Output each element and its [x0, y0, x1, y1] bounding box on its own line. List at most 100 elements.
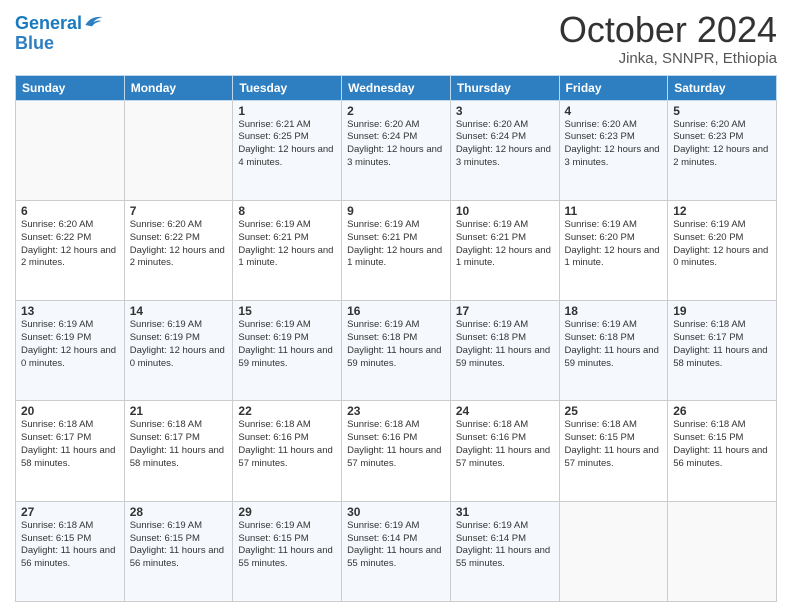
day-number: 14 — [130, 304, 228, 318]
day-number: 21 — [130, 404, 228, 418]
calendar-cell: 6Sunrise: 6:20 AM Sunset: 6:22 PM Daylig… — [16, 200, 125, 300]
calendar-cell: 2Sunrise: 6:20 AM Sunset: 6:24 PM Daylig… — [342, 100, 451, 200]
day-number: 2 — [347, 104, 445, 118]
calendar-cell: 12Sunrise: 6:19 AM Sunset: 6:20 PM Dayli… — [668, 200, 777, 300]
day-number: 31 — [456, 505, 554, 519]
day-number: 25 — [565, 404, 663, 418]
day-number: 27 — [21, 505, 119, 519]
day-info: Sunrise: 6:20 AM Sunset: 6:24 PM Dayligh… — [347, 119, 445, 170]
calendar-week-row: 1Sunrise: 6:21 AM Sunset: 6:25 PM Daylig… — [16, 100, 777, 200]
day-number: 16 — [347, 304, 445, 318]
weekday-header-cell: Sunday — [16, 75, 125, 100]
day-number: 28 — [130, 505, 228, 519]
day-info: Sunrise: 6:21 AM Sunset: 6:25 PM Dayligh… — [238, 119, 336, 170]
location-subtitle: Jinka, SNNPR, Ethiopia — [559, 50, 777, 67]
day-info: Sunrise: 6:19 AM Sunset: 6:18 PM Dayligh… — [565, 319, 663, 370]
day-info: Sunrise: 6:19 AM Sunset: 6:20 PM Dayligh… — [673, 219, 771, 270]
day-info: Sunrise: 6:19 AM Sunset: 6:21 PM Dayligh… — [347, 219, 445, 270]
calendar-cell: 7Sunrise: 6:20 AM Sunset: 6:22 PM Daylig… — [124, 200, 233, 300]
month-title: October 2024 — [559, 10, 777, 50]
logo-bird-icon — [84, 12, 104, 30]
day-info: Sunrise: 6:18 AM Sunset: 6:16 PM Dayligh… — [347, 419, 445, 470]
day-number: 17 — [456, 304, 554, 318]
day-info: Sunrise: 6:20 AM Sunset: 6:22 PM Dayligh… — [21, 219, 119, 270]
day-info: Sunrise: 6:20 AM Sunset: 6:23 PM Dayligh… — [565, 119, 663, 170]
calendar-cell: 19Sunrise: 6:18 AM Sunset: 6:17 PM Dayli… — [668, 301, 777, 401]
day-info: Sunrise: 6:18 AM Sunset: 6:15 PM Dayligh… — [565, 419, 663, 470]
day-info: Sunrise: 6:19 AM Sunset: 6:14 PM Dayligh… — [456, 520, 554, 571]
calendar-cell: 8Sunrise: 6:19 AM Sunset: 6:21 PM Daylig… — [233, 200, 342, 300]
day-number: 29 — [238, 505, 336, 519]
day-info: Sunrise: 6:20 AM Sunset: 6:23 PM Dayligh… — [673, 119, 771, 170]
title-block: October 2024 Jinka, SNNPR, Ethiopia — [559, 10, 777, 67]
weekday-header-row: SundayMondayTuesdayWednesdayThursdayFrid… — [16, 75, 777, 100]
day-number: 4 — [565, 104, 663, 118]
day-info: Sunrise: 6:19 AM Sunset: 6:19 PM Dayligh… — [130, 319, 228, 370]
calendar-cell: 30Sunrise: 6:19 AM Sunset: 6:14 PM Dayli… — [342, 501, 451, 601]
day-number: 20 — [21, 404, 119, 418]
weekday-header-cell: Friday — [559, 75, 668, 100]
day-info: Sunrise: 6:19 AM Sunset: 6:19 PM Dayligh… — [21, 319, 119, 370]
day-info: Sunrise: 6:19 AM Sunset: 6:21 PM Dayligh… — [238, 219, 336, 270]
day-info: Sunrise: 6:18 AM Sunset: 6:15 PM Dayligh… — [673, 419, 771, 470]
calendar-cell: 31Sunrise: 6:19 AM Sunset: 6:14 PM Dayli… — [450, 501, 559, 601]
calendar-week-row: 6Sunrise: 6:20 AM Sunset: 6:22 PM Daylig… — [16, 200, 777, 300]
day-number: 1 — [238, 104, 336, 118]
calendar-cell: 17Sunrise: 6:19 AM Sunset: 6:18 PM Dayli… — [450, 301, 559, 401]
weekday-header-cell: Thursday — [450, 75, 559, 100]
day-number: 11 — [565, 204, 663, 218]
day-number: 3 — [456, 104, 554, 118]
calendar-cell — [668, 501, 777, 601]
logo-text-general: General — [15, 14, 82, 34]
calendar-cell: 22Sunrise: 6:18 AM Sunset: 6:16 PM Dayli… — [233, 401, 342, 501]
logo-text-blue: Blue — [15, 34, 104, 54]
logo: General Blue — [15, 14, 104, 54]
calendar-cell: 4Sunrise: 6:20 AM Sunset: 6:23 PM Daylig… — [559, 100, 668, 200]
day-number: 18 — [565, 304, 663, 318]
weekday-header-cell: Saturday — [668, 75, 777, 100]
calendar-cell: 20Sunrise: 6:18 AM Sunset: 6:17 PM Dayli… — [16, 401, 125, 501]
calendar-cell: 18Sunrise: 6:19 AM Sunset: 6:18 PM Dayli… — [559, 301, 668, 401]
day-info: Sunrise: 6:18 AM Sunset: 6:16 PM Dayligh… — [238, 419, 336, 470]
calendar-cell: 9Sunrise: 6:19 AM Sunset: 6:21 PM Daylig… — [342, 200, 451, 300]
day-info: Sunrise: 6:18 AM Sunset: 6:15 PM Dayligh… — [21, 520, 119, 571]
calendar-cell: 14Sunrise: 6:19 AM Sunset: 6:19 PM Dayli… — [124, 301, 233, 401]
day-number: 9 — [347, 204, 445, 218]
day-number: 30 — [347, 505, 445, 519]
day-info: Sunrise: 6:19 AM Sunset: 6:18 PM Dayligh… — [347, 319, 445, 370]
calendar-cell: 11Sunrise: 6:19 AM Sunset: 6:20 PM Dayli… — [559, 200, 668, 300]
day-info: Sunrise: 6:18 AM Sunset: 6:17 PM Dayligh… — [130, 419, 228, 470]
weekday-header-cell: Wednesday — [342, 75, 451, 100]
calendar-cell: 3Sunrise: 6:20 AM Sunset: 6:24 PM Daylig… — [450, 100, 559, 200]
day-info: Sunrise: 6:19 AM Sunset: 6:21 PM Dayligh… — [456, 219, 554, 270]
day-info: Sunrise: 6:20 AM Sunset: 6:24 PM Dayligh… — [456, 119, 554, 170]
calendar-cell: 24Sunrise: 6:18 AM Sunset: 6:16 PM Dayli… — [450, 401, 559, 501]
calendar-table: SundayMondayTuesdayWednesdayThursdayFrid… — [15, 75, 777, 602]
day-number: 24 — [456, 404, 554, 418]
day-number: 6 — [21, 204, 119, 218]
day-info: Sunrise: 6:18 AM Sunset: 6:16 PM Dayligh… — [456, 419, 554, 470]
calendar-cell: 1Sunrise: 6:21 AM Sunset: 6:25 PM Daylig… — [233, 100, 342, 200]
calendar-cell: 21Sunrise: 6:18 AM Sunset: 6:17 PM Dayli… — [124, 401, 233, 501]
day-number: 26 — [673, 404, 771, 418]
calendar-cell: 27Sunrise: 6:18 AM Sunset: 6:15 PM Dayli… — [16, 501, 125, 601]
calendar-cell: 13Sunrise: 6:19 AM Sunset: 6:19 PM Dayli… — [16, 301, 125, 401]
day-info: Sunrise: 6:18 AM Sunset: 6:17 PM Dayligh… — [673, 319, 771, 370]
day-info: Sunrise: 6:19 AM Sunset: 6:19 PM Dayligh… — [238, 319, 336, 370]
day-number: 7 — [130, 204, 228, 218]
day-info: Sunrise: 6:20 AM Sunset: 6:22 PM Dayligh… — [130, 219, 228, 270]
day-info: Sunrise: 6:19 AM Sunset: 6:15 PM Dayligh… — [130, 520, 228, 571]
weekday-header-cell: Tuesday — [233, 75, 342, 100]
day-number: 13 — [21, 304, 119, 318]
calendar-cell — [124, 100, 233, 200]
day-number: 8 — [238, 204, 336, 218]
day-number: 5 — [673, 104, 771, 118]
day-info: Sunrise: 6:18 AM Sunset: 6:17 PM Dayligh… — [21, 419, 119, 470]
calendar-cell: 25Sunrise: 6:18 AM Sunset: 6:15 PM Dayli… — [559, 401, 668, 501]
day-number: 22 — [238, 404, 336, 418]
calendar-cell: 15Sunrise: 6:19 AM Sunset: 6:19 PM Dayli… — [233, 301, 342, 401]
calendar-cell: 28Sunrise: 6:19 AM Sunset: 6:15 PM Dayli… — [124, 501, 233, 601]
calendar-cell: 26Sunrise: 6:18 AM Sunset: 6:15 PM Dayli… — [668, 401, 777, 501]
day-info: Sunrise: 6:19 AM Sunset: 6:18 PM Dayligh… — [456, 319, 554, 370]
day-info: Sunrise: 6:19 AM Sunset: 6:14 PM Dayligh… — [347, 520, 445, 571]
